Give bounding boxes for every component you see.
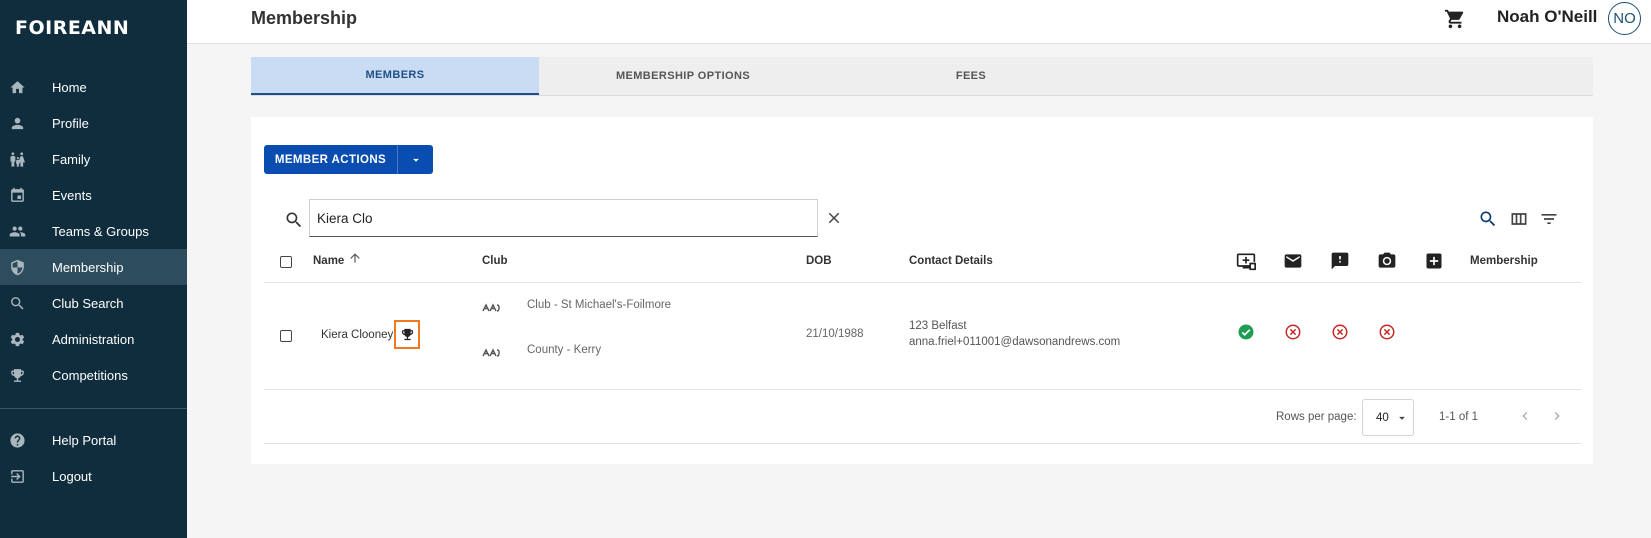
column-header-name[interactable]: Name	[313, 255, 344, 267]
sidebar-item-club-search[interactable]: Club Search	[0, 285, 187, 321]
sidebar-item-events[interactable]: Events	[0, 177, 187, 213]
member-search-input[interactable]	[317, 210, 817, 226]
column-header-contact[interactable]: Contact Details	[909, 255, 993, 267]
cancel-circle-icon	[1331, 323, 1349, 341]
sidebar-item-label: Events	[52, 187, 92, 203]
sidebar-item-label: Family	[52, 151, 91, 167]
columns-icon[interactable]	[1509, 209, 1529, 229]
sidebar-divider	[0, 408, 187, 409]
select-all-checkbox[interactable]	[280, 256, 292, 268]
member-address: 123 Belfast	[909, 320, 967, 332]
camera-icon	[1377, 251, 1397, 271]
shield-icon	[0, 259, 52, 276]
trophy-icon	[0, 367, 52, 384]
search-icon	[0, 295, 52, 312]
logout-icon	[0, 468, 52, 485]
tab-membership-options[interactable]: MEMBERSHIP OPTIONS	[539, 57, 827, 95]
sidebar-item-label: Administration	[52, 331, 135, 347]
caret-down-icon	[412, 158, 419, 162]
sidebar-item-membership[interactable]: Membership	[0, 249, 187, 285]
table-search-icon[interactable]	[1478, 209, 1498, 229]
pagination-range: 1-1 of 1	[1439, 411, 1478, 423]
top-header: Membership Noah O'Neill NO	[187, 0, 1651, 44]
tabs-divider	[251, 95, 1593, 96]
members-card: MEMBER ACTIONS Name Club DOB Contact Det…	[251, 117, 1593, 464]
sidebar-item-label: Teams & Groups	[52, 223, 149, 239]
tab-fees[interactable]: FEES	[827, 57, 1115, 95]
member-dob: 21/10/1988	[806, 328, 864, 340]
filter-icon[interactable]	[1539, 209, 1559, 229]
chevron-right-icon[interactable]	[1549, 408, 1565, 424]
sidebar-item-label: Logout	[52, 468, 92, 484]
person-icon	[0, 115, 52, 132]
avatar[interactable]: NO	[1608, 2, 1641, 35]
rows-per-page-select[interactable]: 40	[1362, 399, 1414, 436]
sidebar-item-label: Home	[52, 79, 87, 95]
table-row[interactable]: Kiera Clooney Club - St Michael's-Foilmo…	[264, 283, 1581, 390]
caret-down-icon	[1399, 416, 1405, 420]
sidebar-item-label: Profile	[52, 115, 89, 131]
rows-per-page-value: 40	[1376, 411, 1389, 424]
gaa-logo-icon	[482, 345, 500, 357]
sidebar-item-label: Membership	[52, 259, 124, 275]
cancel-circle-icon	[1284, 323, 1302, 341]
cart-icon[interactable]	[1444, 8, 1466, 30]
member-search-field	[309, 199, 818, 237]
gear-icon	[0, 331, 52, 348]
cancel-circle-icon	[1378, 323, 1396, 341]
county-name: County - Kerry	[527, 344, 602, 356]
rows-per-page-label: Rows per page:	[1276, 411, 1357, 423]
column-header-membership[interactable]: Membership	[1470, 255, 1538, 267]
mail-icon	[1283, 251, 1303, 271]
table-header: Name Club DOB Contact Details Membership	[264, 241, 1581, 283]
sidebar-item-teams-groups[interactable]: Teams & Groups	[0, 213, 187, 249]
family-icon	[0, 151, 52, 168]
search-icon	[284, 210, 304, 230]
clear-search-icon[interactable]	[825, 209, 843, 227]
sidebar-item-help-portal[interactable]: Help Portal	[0, 422, 187, 458]
member-name[interactable]: Kiera Clooney	[321, 329, 393, 341]
sidebar-item-logout[interactable]: Logout	[0, 458, 187, 494]
chevron-left-icon[interactable]	[1517, 408, 1533, 424]
sidebar-item-label: Help Portal	[52, 432, 117, 448]
column-header-club[interactable]: Club	[482, 255, 508, 267]
tab-members[interactable]: MEMBERS	[251, 57, 539, 95]
row-checkbox[interactable]	[280, 330, 292, 342]
membership-tabs: MEMBERS MEMBERSHIP OPTIONS FEES	[251, 57, 1593, 95]
member-actions-split-button: MEMBER ACTIONS	[264, 145, 433, 174]
sidebar-nav: Home Profile Family Events Teams & Group…	[0, 69, 187, 393]
check-circle-icon	[1237, 323, 1255, 341]
member-actions-button[interactable]: MEMBER ACTIONS	[264, 145, 398, 174]
member-email: anna.friel+011001@dawsonandrews.com	[909, 336, 1121, 348]
device-access-icon	[1236, 251, 1256, 271]
home-icon	[0, 79, 52, 96]
sidebar-item-label: Competitions	[52, 367, 128, 383]
sidebar-item-profile[interactable]: Profile	[0, 105, 187, 141]
member-actions-dropdown[interactable]	[398, 145, 433, 174]
sidebar-item-home[interactable]: Home	[0, 69, 187, 105]
sidebar-item-family[interactable]: Family	[0, 141, 187, 177]
help-icon	[0, 432, 52, 449]
app-logo: FOIREANN	[15, 17, 130, 39]
sidebar-item-administration[interactable]: Administration	[0, 321, 187, 357]
table-pagination: Rows per page: 40 1-1 of 1	[264, 390, 1581, 444]
sidebar-item-competitions[interactable]: Competitions	[0, 357, 187, 393]
gaa-logo-icon	[482, 300, 500, 312]
page-title: Membership	[251, 8, 358, 28]
medical-icon	[1424, 251, 1444, 271]
sort-ascending-icon[interactable]	[348, 251, 362, 265]
column-header-dob[interactable]: DOB	[806, 255, 832, 267]
competition-trophy-icon[interactable]	[394, 320, 420, 349]
user-name[interactable]: Noah O'Neill	[1497, 7, 1597, 27]
sidebar-bottom-nav: Help Portal Logout	[0, 422, 187, 494]
feedback-icon	[1330, 251, 1350, 271]
calendar-icon	[0, 187, 52, 204]
sidebar: FOIREANN Home Profile Family Events Team…	[0, 0, 187, 538]
club-name: Club - St Michael's-Foilmore	[527, 299, 672, 311]
group-icon	[0, 223, 52, 240]
sidebar-item-label: Club Search	[52, 295, 124, 311]
